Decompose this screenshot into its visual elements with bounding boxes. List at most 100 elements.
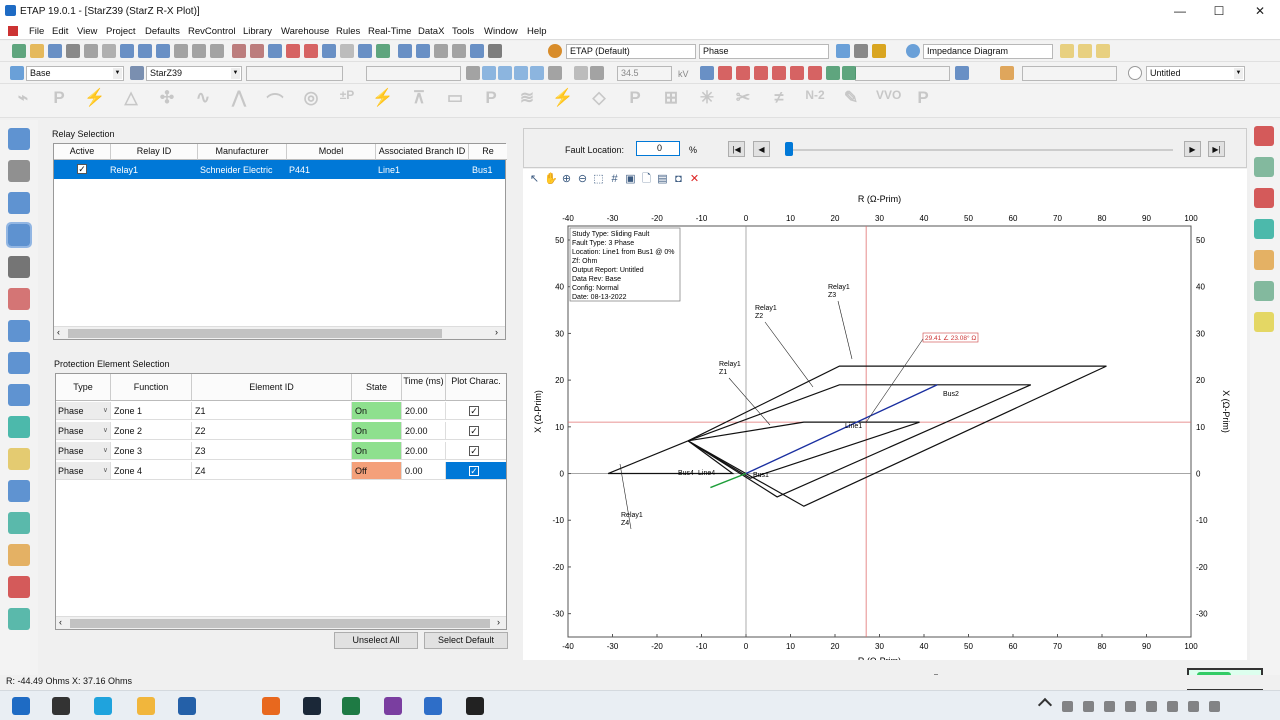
comment-icon[interactable] — [1096, 44, 1110, 58]
print-preview-icon[interactable] — [84, 44, 98, 58]
sld-icon[interactable] — [8, 448, 30, 470]
zoom-fit-icon[interactable] — [156, 44, 170, 58]
file-explorer-icon[interactable] — [137, 697, 155, 715]
menu-window[interactable]: Window — [484, 26, 518, 37]
scroll-right-icon[interactable]: › — [495, 327, 498, 337]
menu-realtime[interactable]: Real-Time — [368, 26, 411, 37]
report-icon[interactable] — [304, 44, 318, 58]
select-area-icon[interactable] — [530, 66, 544, 80]
state-cell[interactable]: On — [352, 402, 402, 420]
save-icon[interactable] — [48, 44, 62, 58]
align-icon[interactable] — [482, 66, 496, 80]
steam-icon[interactable] — [303, 697, 321, 715]
relay-grid-scrollbar[interactable]: ‹ › — [54, 326, 505, 339]
line-tool-icon[interactable]: ⌁ — [12, 88, 34, 110]
windows-start-icon[interactable] — [12, 697, 30, 715]
obs-icon[interactable] — [466, 697, 484, 715]
switch-icon[interactable] — [772, 66, 786, 80]
bell-icon[interactable] — [1254, 250, 1274, 270]
text-box-icon[interactable] — [268, 44, 282, 58]
col-relay-id[interactable]: Relay ID — [111, 144, 198, 160]
table-row[interactable]: Phase ∨ Zone 3 Z3 On 20.00 ✓ — [56, 442, 506, 462]
table-row[interactable]: ✓ Relay1 Schneider Electric P441 Line1 B… — [54, 160, 505, 179]
pen-icon[interactable] — [854, 44, 868, 58]
menu-view[interactable]: View — [77, 26, 97, 37]
col-time[interactable]: Time (ms) — [402, 374, 446, 401]
table-row[interactable]: Phase ∨ Zone 2 Z2 On 20.00 ✓ — [56, 422, 506, 442]
fault-tool-icon[interactable]: ⚡ — [552, 88, 574, 110]
new-project-icon[interactable] — [12, 44, 26, 58]
col-state[interactable]: State — [352, 374, 402, 401]
col-element-id[interactable]: Element ID — [192, 374, 352, 401]
usb-icon[interactable] — [1083, 701, 1094, 712]
plus-p-tool-icon[interactable]: ±P — [336, 88, 358, 110]
chevron-down-icon[interactable]: ∨ — [103, 402, 108, 420]
edge-icon[interactable] — [94, 697, 112, 715]
bus-icon[interactable] — [718, 66, 732, 80]
dropdown-icon[interactable] — [488, 44, 502, 58]
flash-tool-icon[interactable]: ⚡ — [372, 88, 394, 110]
col-active[interactable]: Active — [54, 144, 111, 160]
cable-pulling-icon[interactable] — [8, 320, 30, 342]
switch-sequence-icon[interactable] — [8, 544, 30, 566]
refresh-icon[interactable] — [826, 66, 840, 80]
wave-tool-icon[interactable]: ∿ — [192, 88, 214, 110]
edit-icon[interactable] — [548, 66, 562, 80]
state-cell[interactable]: On — [352, 422, 402, 440]
toggle-icon[interactable] — [358, 44, 372, 58]
menu-revcontrol[interactable]: RevControl — [188, 26, 236, 37]
col-manufacturer[interactable]: Manufacturer — [198, 144, 287, 160]
triangle-tool-icon[interactable]: △ — [120, 88, 142, 110]
rotate-icon[interactable] — [498, 66, 512, 80]
col-plot[interactable]: Plot Charac. — [446, 374, 506, 401]
cable-icon[interactable] — [8, 256, 30, 278]
redo-icon[interactable] — [250, 44, 264, 58]
plot-charac-checkbox[interactable]: ✓ — [469, 426, 479, 436]
etap-default-combo[interactable]: ETAP (Default) — [566, 44, 696, 59]
signal-tool-icon[interactable]: ≋ — [516, 88, 538, 110]
menu-project[interactable]: Project — [106, 26, 136, 37]
time-cell[interactable]: 20.00 — [402, 422, 446, 440]
calculator-icon[interactable] — [434, 44, 448, 58]
library-icon[interactable] — [286, 44, 300, 58]
type-cell[interactable]: Phase ∨ — [56, 462, 111, 480]
pan-icon[interactable] — [210, 44, 224, 58]
cut-tool-icon[interactable]: ✂ — [732, 88, 754, 110]
first-step-button[interactable]: |◀ — [728, 141, 745, 157]
phase-combo[interactable]: Phase — [699, 44, 829, 59]
console-icon[interactable] — [452, 44, 466, 58]
menu-tools[interactable]: Tools — [452, 26, 474, 37]
fault-location-input[interactable]: 0 — [636, 141, 680, 156]
battery-icon[interactable] — [1209, 701, 1220, 712]
empty-combo-1[interactable] — [246, 66, 343, 81]
configuration-icon[interactable] — [130, 66, 144, 80]
cloud-icon[interactable] — [514, 66, 528, 80]
type-cell[interactable]: Phase ∨ — [56, 402, 111, 420]
pf-tool-icon[interactable]: P — [912, 88, 934, 110]
wifi-icon[interactable] — [1167, 701, 1178, 712]
prev-step-button[interactable]: ◀ — [753, 141, 770, 157]
settings-gear-icon[interactable] — [548, 44, 562, 58]
transformer-icon[interactable] — [736, 66, 750, 80]
state-cell[interactable]: On — [352, 442, 402, 460]
ground-grid-icon[interactable] — [8, 288, 30, 310]
chevron-down-icon[interactable]: ∨ — [103, 462, 108, 480]
theme-icon[interactable] — [836, 44, 850, 58]
col-re[interactable]: Re — [469, 144, 507, 160]
pencil-icon[interactable] — [590, 66, 604, 80]
plot-charac-cell[interactable]: ✓ — [446, 462, 506, 480]
cloud-tray-icon[interactable] — [1125, 701, 1136, 712]
undo-icon[interactable] — [232, 44, 246, 58]
p2-tool-icon[interactable]: P — [624, 88, 646, 110]
clock-icon[interactable] — [1254, 157, 1274, 177]
load-icon[interactable] — [790, 66, 804, 80]
recycle-icon[interactable] — [8, 512, 30, 534]
help-icon[interactable] — [470, 44, 484, 58]
col-function[interactable]: Function — [111, 374, 192, 401]
time-cell[interactable]: 20.00 — [402, 442, 446, 460]
table-row[interactable]: Phase ∨ Zone 4 Z4 Off 0.00 ✓ — [56, 462, 506, 482]
folder-icon[interactable] — [1078, 44, 1092, 58]
time-cell[interactable]: 0.00 — [402, 462, 446, 480]
minimize-button[interactable]: — — [1172, 4, 1188, 18]
state-cell[interactable]: Off — [352, 462, 402, 480]
